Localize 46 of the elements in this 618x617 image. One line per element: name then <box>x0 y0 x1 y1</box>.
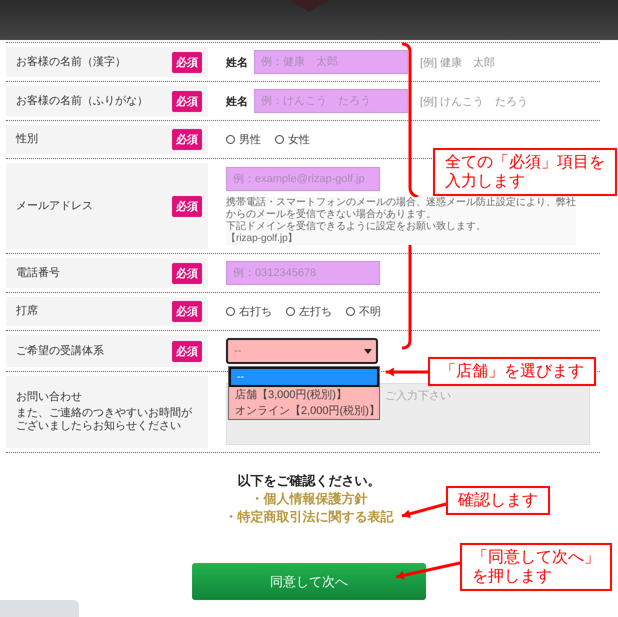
field-label: メールアドレス <box>16 200 93 212</box>
radio-icon[interactable] <box>346 307 355 316</box>
field-label: 姓名 <box>226 94 248 108</box>
confirm-heading: 以下をご確認ください。 <box>238 472 380 490</box>
field-description: また、ご連絡のつきやすいお時間が ございましたらお知らせください <box>16 407 192 433</box>
field-label: お客様の名前（ふりがな） <box>16 94 148 108</box>
field-label: 性別 <box>16 133 38 146</box>
radio-icon[interactable] <box>286 307 295 316</box>
field-label: お問い合わせ <box>16 391 83 404</box>
required-badge: 必須 <box>172 52 202 72</box>
callout-note: 「同意して次へ」 を押します <box>460 543 612 591</box>
required-badge: 必須 <box>172 340 202 362</box>
pointer-arrow <box>384 366 430 378</box>
input-field[interactable]: 例：健康 太郎 <box>254 50 408 74</box>
agree-next-button[interactable]: 同意して次へ <box>192 563 426 600</box>
caret-icon <box>364 348 372 354</box>
dropdown-option[interactable]: -- <box>229 367 379 387</box>
radio-option[interactable]: 男性 <box>226 132 261 147</box>
required-badge: 必須 <box>172 262 202 284</box>
example-text: [例] 健康 太郎 <box>420 56 496 70</box>
radio-option[interactable]: 右打ち <box>226 304 272 319</box>
field-label: 電話番号 <box>16 266 60 280</box>
radio-icon[interactable] <box>226 135 235 144</box>
dropdown-option[interactable]: 店舗【3,000円(税別)】 <box>229 387 379 403</box>
radio-option[interactable]: 不明 <box>346 304 381 319</box>
note-text: 携帯電話・スマートフォンのメールの場合、迷惑メール防止設定により、弊社 からのメールを受信できない場合があります。 下記ドメインを受信できるように設定をお願い致します。 【rizap-golf.jp】 <box>226 197 576 245</box>
callout-note: 全ての「必須」項目を 入力します <box>433 148 617 196</box>
field-label: ご希望の受講体系 <box>16 344 104 358</box>
required-badge: 必須 <box>172 90 202 112</box>
radio-option[interactable]: 左打ち <box>286 304 332 319</box>
input-field[interactable]: 例：けんこう たろう <box>254 89 408 113</box>
field-label: 打席 <box>16 305 38 318</box>
required-badge: 必須 <box>172 301 202 322</box>
input-field[interactable]: 例：example@rizap-golf.jp <box>226 167 380 191</box>
required-badge: 必須 <box>172 129 202 150</box>
field-label: 姓名 <box>226 56 248 70</box>
example-text: [例] けんこう たろう <box>420 94 528 108</box>
callout-note: 確認します <box>446 486 550 515</box>
input-field[interactable]: 例：0312345678 <box>226 261 380 285</box>
callout-note: 「店舗」を選びます <box>428 357 596 386</box>
radio-option[interactable]: 女性 <box>275 132 310 147</box>
dropdown-option[interactable]: オンライン【2,000円(税別)】 <box>229 403 379 419</box>
radio-icon[interactable] <box>275 135 284 144</box>
required-badge: 必須 <box>172 196 202 216</box>
field-label: お客様の名前（漢字） <box>16 56 126 68</box>
radio-icon[interactable] <box>226 307 235 316</box>
